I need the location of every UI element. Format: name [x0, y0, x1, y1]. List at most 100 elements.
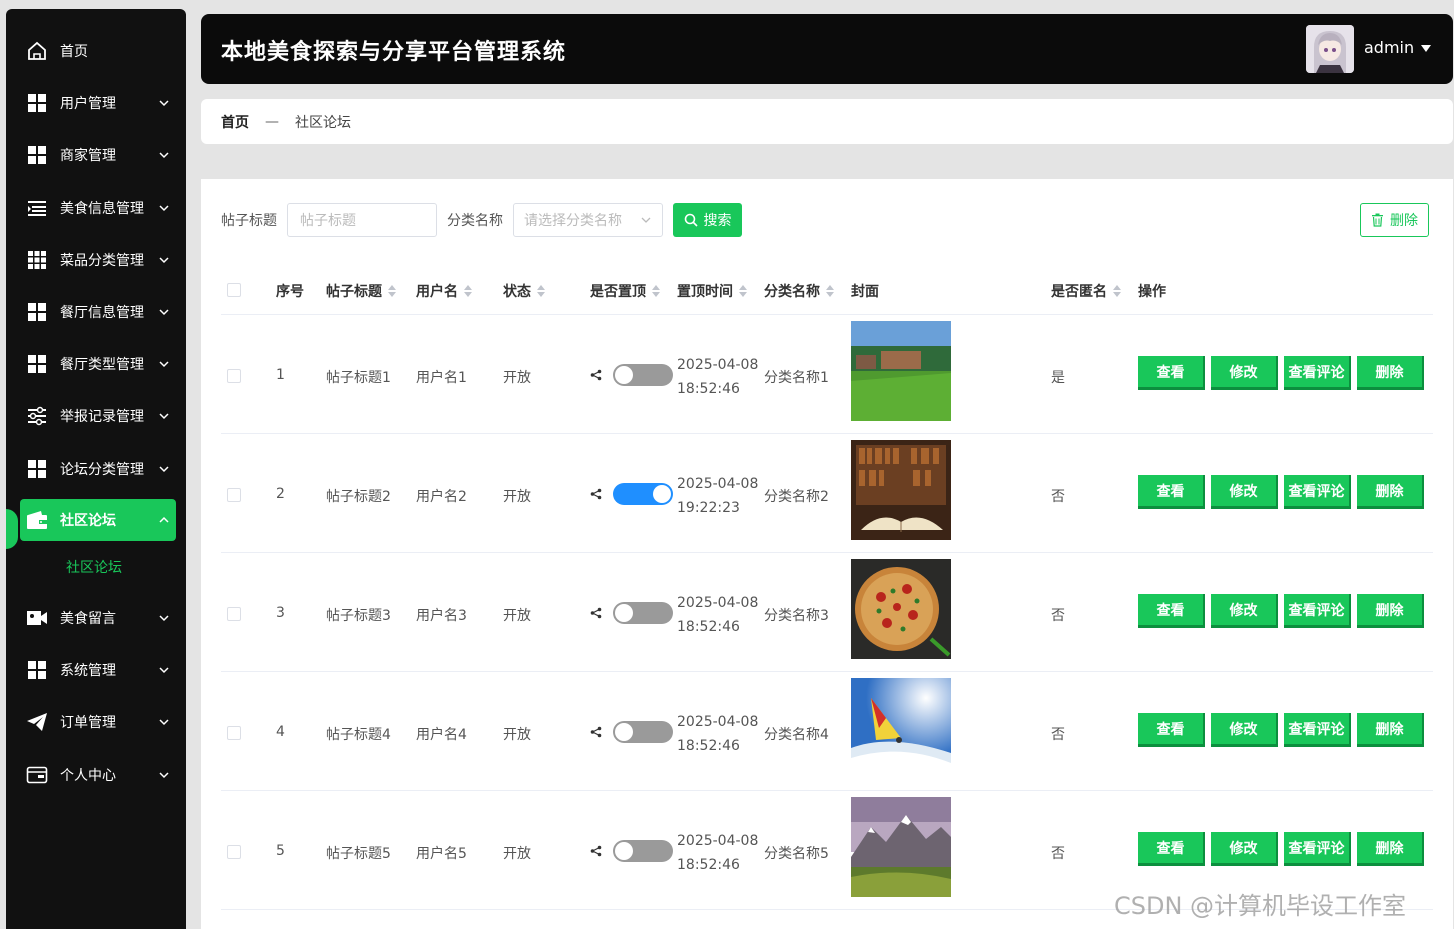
row-checkbox[interactable] [227, 845, 241, 859]
sidebar-item-label: 社区论坛 [60, 513, 116, 529]
view-comments-button[interactable]: 查看评论 [1284, 832, 1351, 866]
view-button[interactable]: 查看 [1138, 713, 1205, 747]
sidebar-item-profile[interactable]: 个人中心 [20, 754, 176, 796]
pinned-toggle[interactable] [613, 364, 673, 386]
pinned-toggle[interactable] [613, 483, 673, 505]
cell-pinned-time: 2025-04-08 18:52:46 [677, 833, 759, 873]
delete-button[interactable]: 删除 [1357, 475, 1424, 509]
sidebar-item-food-info[interactable]: 美食信息管理 [20, 187, 176, 229]
title-input[interactable]: 帖子标题 [287, 203, 437, 237]
col-pinned-time[interactable]: 置顶时间 [677, 281, 747, 301]
sort-icon [1113, 285, 1121, 297]
sidebar-item-restaurant-info[interactable]: 餐厅信息管理 [20, 291, 176, 333]
wallet-icon [26, 509, 48, 531]
breadcrumb-home[interactable]: 首页 [221, 112, 249, 132]
row-checkbox[interactable] [227, 488, 241, 502]
batch-delete-button[interactable]: 删除 [1360, 203, 1429, 237]
sidebar-item-forum[interactable]: 社区论坛 [20, 499, 176, 541]
view-comments-button[interactable]: 查看评论 [1284, 713, 1351, 747]
edit-button[interactable]: 修改 [1211, 713, 1278, 747]
sort-icon [537, 285, 545, 297]
cell-pinned-time: 2025-04-08 18:52:46 [677, 714, 759, 754]
sidebar-item-food-messages[interactable]: 美食留言 [20, 597, 176, 639]
sidebar-item-system[interactable]: 系统管理 [20, 649, 176, 691]
row-checkbox[interactable] [227, 369, 241, 383]
col-title[interactable]: 帖子标题 [326, 281, 396, 301]
share-icon[interactable] [590, 607, 602, 619]
pinned-toggle[interactable] [613, 840, 673, 862]
view-button[interactable]: 查看 [1138, 475, 1205, 509]
sidebar-item-restaurant-type[interactable]: 餐厅类型管理 [20, 343, 176, 385]
delete-button[interactable]: 删除 [1357, 356, 1424, 390]
sidebar-item-dish-category[interactable]: 菜品分类管理 [20, 239, 176, 281]
sidebar-item-label: 美食信息管理 [60, 201, 144, 217]
grid-icon [26, 144, 48, 166]
edit-button[interactable]: 修改 [1211, 832, 1278, 866]
delete-button[interactable]: 删除 [1357, 832, 1424, 866]
edit-button[interactable]: 修改 [1211, 594, 1278, 628]
cover-image[interactable] [851, 797, 951, 897]
cell-title: 帖子标题3 [326, 608, 391, 624]
chevron-down-icon [159, 667, 169, 674]
edit-button[interactable]: 修改 [1211, 356, 1278, 390]
sidebar-item-label: 个人中心 [60, 768, 116, 784]
sidebar-item-home[interactable]: 首页 [20, 30, 176, 72]
sidebar-item-forum-category[interactable]: 论坛分类管理 [20, 448, 176, 490]
sidebar-item-label: 首页 [60, 44, 88, 60]
pinned-toggle[interactable] [613, 602, 673, 624]
cover-image[interactable] [851, 321, 951, 421]
category-select-placeholder: 请选择分类名称 [524, 213, 622, 229]
view-comments-button[interactable]: 查看评论 [1284, 356, 1351, 390]
pinned-toggle[interactable] [613, 721, 673, 743]
sidebar-item-merchants[interactable]: 商家管理 [20, 134, 176, 176]
sidebar-item-reports[interactable]: 举报记录管理 [20, 395, 176, 437]
view-button[interactable]: 查看 [1138, 356, 1205, 390]
sidebar-item-users[interactable]: 用户管理 [20, 82, 176, 124]
view-button[interactable]: 查看 [1138, 594, 1205, 628]
chevron-down-icon [159, 309, 169, 316]
grid-icon [26, 301, 48, 323]
select-all-checkbox[interactable] [227, 283, 241, 297]
row-checkbox[interactable] [227, 726, 241, 740]
share-icon[interactable] [590, 726, 602, 738]
list-icon [26, 197, 48, 219]
delete-button[interactable]: 删除 [1357, 594, 1424, 628]
view-comments-button[interactable]: 查看评论 [1284, 594, 1351, 628]
sidebar-subitem-forum[interactable]: 社区论坛 [66, 557, 122, 577]
cover-image[interactable] [851, 678, 951, 778]
title-label: 帖子标题 [221, 213, 277, 229]
category-select[interactable]: 请选择分类名称 [513, 203, 663, 237]
sidebar-item-orders[interactable]: 订单管理 [20, 701, 176, 743]
col-anonymous[interactable]: 是否匿名 [1051, 281, 1121, 301]
share-icon[interactable] [590, 845, 602, 857]
edit-button[interactable]: 修改 [1211, 475, 1278, 509]
cell-anonymous: 否 [1051, 608, 1065, 624]
share-icon[interactable] [590, 488, 602, 500]
col-category[interactable]: 分类名称 [764, 281, 834, 301]
grid-icon [26, 458, 48, 480]
delete-button[interactable]: 删除 [1357, 713, 1424, 747]
col-username[interactable]: 用户名 [416, 281, 472, 301]
cover-image[interactable] [851, 559, 951, 659]
sidebar-item-label: 订单管理 [60, 715, 116, 731]
col-pinned[interactable]: 是否置顶 [590, 281, 660, 301]
grid-icon [26, 659, 48, 681]
cell-category: 分类名称2 [764, 489, 829, 505]
sliders-icon [26, 405, 48, 427]
row-checkbox[interactable] [227, 607, 241, 621]
send-icon [26, 711, 48, 733]
search-icon [684, 213, 698, 227]
cover-image[interactable] [851, 440, 951, 540]
share-icon[interactable] [590, 369, 602, 381]
chevron-down-icon [159, 361, 169, 368]
trash-icon [1372, 213, 1383, 227]
search-button[interactable]: 搜索 [673, 203, 742, 237]
col-status[interactable]: 状态 [503, 281, 545, 301]
view-button[interactable]: 查看 [1138, 832, 1205, 866]
caret-down-icon[interactable] [1421, 45, 1431, 52]
avatar[interactable] [1306, 25, 1354, 73]
cell-username: 用户名4 [416, 727, 467, 743]
username[interactable]: admin [1364, 38, 1414, 57]
cell-title: 帖子标题5 [326, 846, 391, 862]
view-comments-button[interactable]: 查看评论 [1284, 475, 1351, 509]
